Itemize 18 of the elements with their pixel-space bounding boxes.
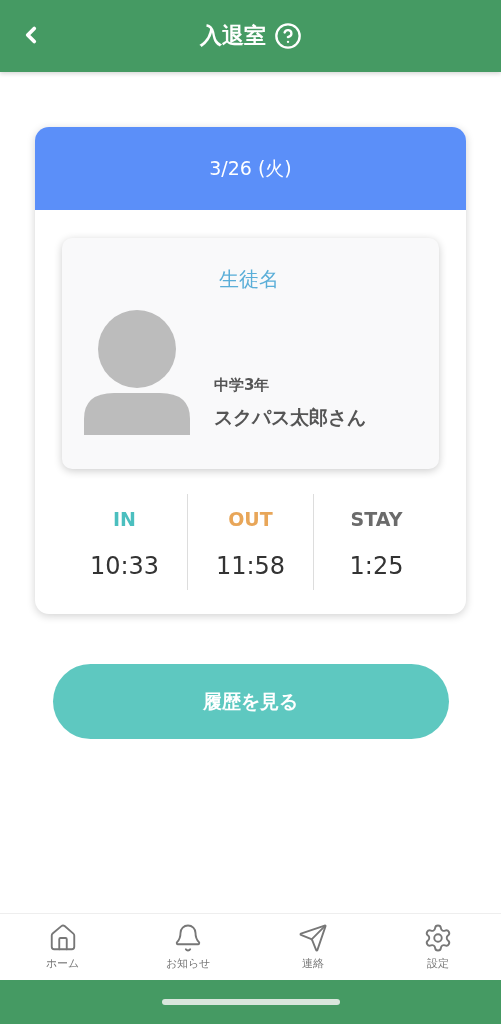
avatar-icon xyxy=(84,309,190,435)
help-icon[interactable] xyxy=(273,22,302,50)
paper-plane-icon xyxy=(298,923,329,953)
time-value: 11:58 xyxy=(215,552,286,580)
time-label: OUT xyxy=(228,508,273,530)
time-label: STAY xyxy=(350,508,403,530)
student-name: スクパス太郎さん xyxy=(214,405,366,430)
page-title: 入退室 xyxy=(199,22,266,50)
time-value: 1:25 xyxy=(349,552,404,580)
time-value: 10:33 xyxy=(89,552,160,580)
student-label: 生徒名 xyxy=(219,266,279,293)
time-label: IN xyxy=(113,508,136,530)
grade-text: 中学3年 xyxy=(214,376,271,395)
tab-item[interactable]: 設定 xyxy=(375,914,501,980)
tab-item[interactable]: 連絡 xyxy=(250,914,376,980)
tab-item[interactable]: ホーム xyxy=(0,914,126,980)
tab-item[interactable]: お知らせ xyxy=(125,914,251,980)
date-text: 3/26 (火) xyxy=(209,155,292,181)
